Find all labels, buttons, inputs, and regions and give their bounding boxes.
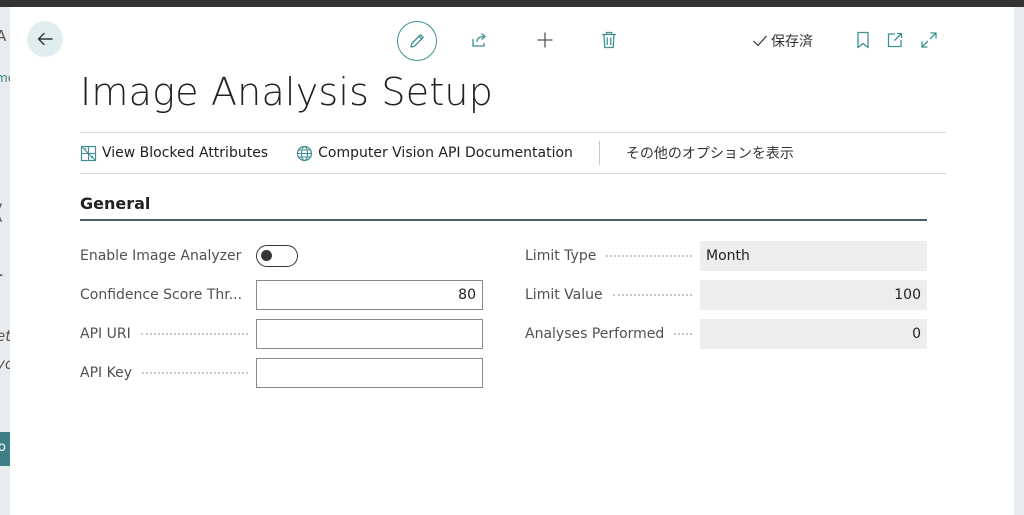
saved-status-label: 保存済 [771,34,813,50]
blocked-attributes-icon [80,145,97,161]
limit-type-value: Month [700,241,927,271]
setup-card-panel: 保存済 Image Analysis Setup View Blocked At… [10,7,1014,515]
leader-dots [674,333,692,335]
open-new-window-icon [887,32,903,48]
trash-icon [602,31,616,49]
background-page-left: A me I ( - et yo o [0,7,10,515]
action-separator [598,141,600,165]
view-blocked-attributes-label: View Blocked Attributes [102,145,269,161]
share-icon [472,33,486,47]
analyses-performed-value: 0 [700,319,927,349]
limit-value-label: Limit Value [525,287,700,303]
bookmark-button[interactable] [849,26,877,54]
analyses-performed-row: Analyses Performed 0 [525,319,927,349]
leader-dots [606,255,692,257]
plus-icon [537,32,553,48]
analyses-performed-label: Analyses Performed [525,326,700,342]
leader-dots [140,333,248,335]
background-fragment: me [0,71,10,85]
open-new-window-button[interactable] [881,26,909,54]
computer-vision-docs-label: Computer Vision API Documentation [318,145,573,161]
saved-status: 保存済 [752,31,813,51]
confidence-score-label: Confidence Score Thr... [80,287,256,303]
confidence-score-input[interactable]: 80 [256,280,483,310]
enable-image-analyzer-label: Enable Image Analyzer [80,248,256,264]
new-button[interactable] [531,26,559,54]
edit-pencil-icon [410,34,424,48]
section-general-header[interactable]: General [80,194,927,221]
background-fragment: - [0,262,3,286]
toggle-knob [261,250,272,261]
page-title: Image Analysis Setup [80,70,494,114]
limit-type-row: Limit Type Month [525,241,927,271]
api-uri-input[interactable] [256,319,483,349]
background-fragment: ( [0,200,4,224]
confidence-score-text: Confidence Score Thr... [80,287,243,303]
computer-vision-docs-action[interactable]: Computer Vision API Documentation [296,145,573,162]
api-key-label: API Key [80,365,256,381]
api-key-row: API Key [80,358,483,388]
limit-type-text: Limit Type [525,248,597,264]
enable-image-analyzer-toggle[interactable] [256,245,298,267]
api-key-input[interactable] [256,358,483,388]
limit-value-row: Limit Value 100 [525,280,927,310]
background-fragment: yo [0,355,10,373]
background-teal-block: o [0,432,10,466]
section-general-title: General [80,194,151,213]
leader-dots [612,294,692,296]
api-uri-text: API URI [80,326,131,342]
background-fragment: o [0,440,6,455]
api-key-text: API Key [80,365,132,381]
background-page-right [1014,7,1024,515]
bookmark-icon [857,31,869,49]
leader-dots [141,372,248,374]
limit-value-text: Limit Value [525,287,603,303]
globe-icon [297,145,313,161]
expand-button[interactable] [915,26,943,54]
background-fragment: A [0,27,7,45]
edit-button[interactable] [397,21,437,61]
api-uri-row: API URI [80,319,483,349]
view-blocked-attributes-action[interactable]: View Blocked Attributes [80,145,268,162]
window-top-bar [0,0,1024,7]
limit-type-label: Limit Type [525,248,700,264]
enable-image-analyzer-row: Enable Image Analyzer [80,241,298,271]
checkmark-icon [753,35,767,47]
api-uri-label: API URI [80,326,256,342]
share-button[interactable] [466,26,494,54]
confidence-score-row: Confidence Score Thr... 80 [80,280,483,310]
action-bar: View Blocked Attributes Computer Vision … [80,132,946,174]
limit-value-value: 100 [700,280,927,310]
analyses-performed-text: Analyses Performed [525,326,665,342]
more-options-link[interactable]: その他のオプションを表示 [626,143,794,163]
back-arrow-icon [37,32,53,46]
background-fragment: et [0,327,10,345]
delete-button[interactable] [595,26,623,54]
enable-image-analyzer-text: Enable Image Analyzer [80,248,242,264]
expand-icon [921,32,937,48]
back-button[interactable] [27,21,63,57]
